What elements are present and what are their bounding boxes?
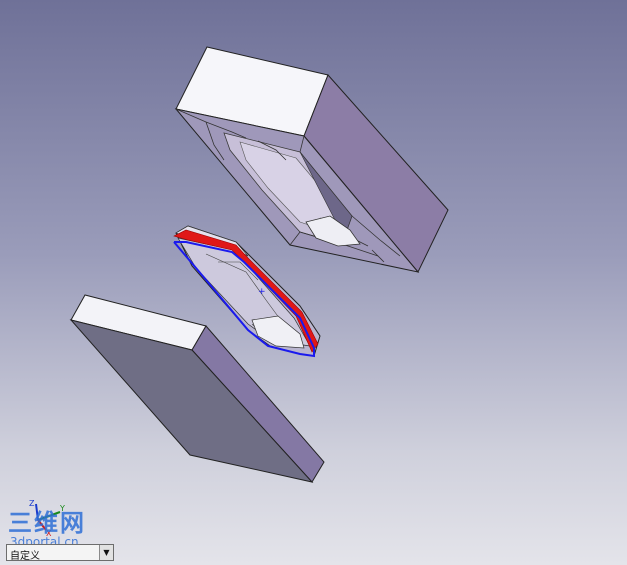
view-orientation-select[interactable]: 自定义 ▼ (6, 544, 114, 562)
chevron-down-icon[interactable]: ▼ (99, 545, 113, 560)
model-scene[interactable]: + (0, 0, 627, 565)
graphics-viewport[interactable]: + Y Z X 三维网 3dportal.cn 自定义 ▼ (0, 0, 627, 565)
watermark-logo: 三维网 3dportal.cn (8, 510, 86, 548)
svg-text:+: + (258, 287, 266, 297)
watermark-title: 三维网 (8, 509, 86, 537)
view-orientation-value: 自定义 (10, 551, 40, 562)
triad-z-label: Z (29, 499, 35, 508)
